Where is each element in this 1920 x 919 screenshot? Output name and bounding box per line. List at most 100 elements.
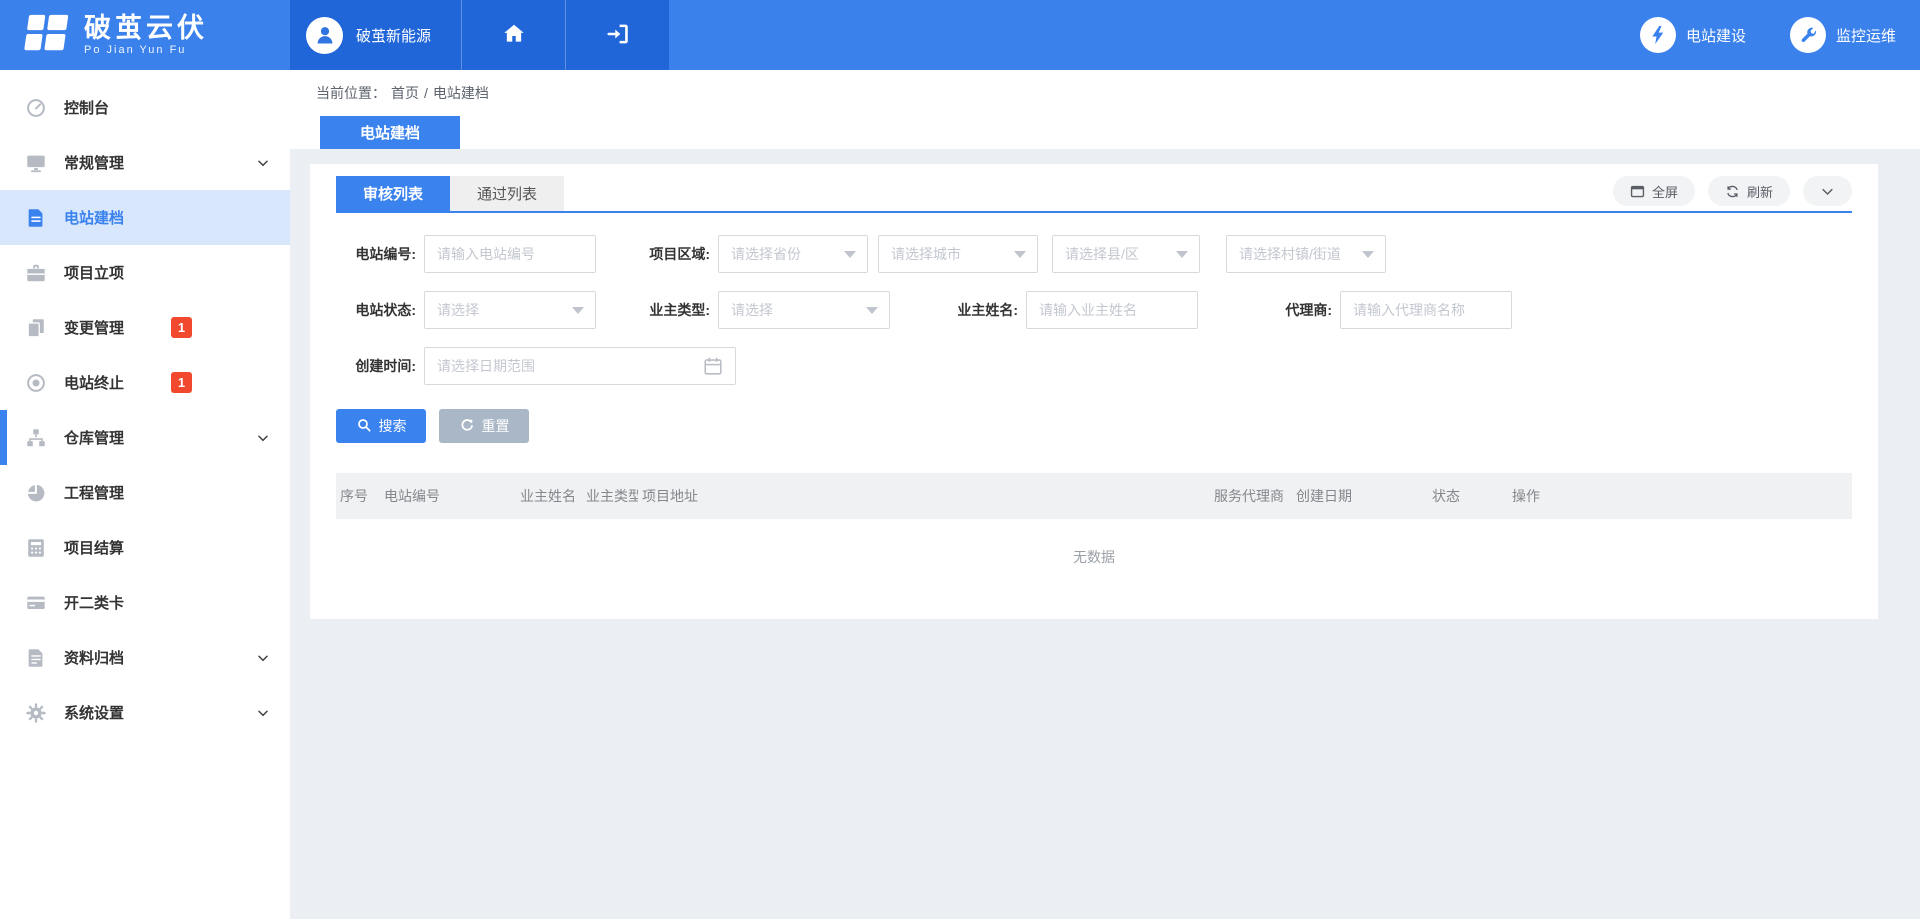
sidebar-item-label: 项目立项 xyxy=(64,262,124,283)
column-header-owner-name: 业主姓名 xyxy=(516,473,582,519)
column-header-station-no: 电站编号 xyxy=(380,473,516,519)
agent-input[interactable] xyxy=(1340,291,1512,329)
user-menu[interactable]: 破茧新能源 xyxy=(290,0,461,70)
station-no-label: 电站编号: xyxy=(336,244,416,264)
refresh-icon xyxy=(1725,184,1740,199)
sidebar-item-station-archive[interactable]: 电站建档 xyxy=(0,190,290,245)
topbar: 破茧云伏 Po Jian Yun Fu 破茧新能源 电站建设 xyxy=(0,0,1920,70)
card-icon xyxy=(25,592,47,614)
tab-approved-list[interactable]: 通过列表 xyxy=(450,176,564,211)
reset-button[interactable]: 重置 xyxy=(439,409,529,443)
search-button[interactable]: 搜索 xyxy=(336,409,426,443)
caret-down-icon xyxy=(1014,251,1026,258)
station-status-value: 请选择 xyxy=(437,300,479,320)
sidebar-item-general-mgmt[interactable]: 常规管理 xyxy=(0,135,290,190)
panel-tabs: 审核列表 通过列表 xyxy=(336,176,564,211)
village-select[interactable]: 请选择村镇/街道 xyxy=(1226,235,1386,273)
sidebar-item-project-settlement[interactable]: 项目结算 xyxy=(0,520,290,575)
sitemap-icon xyxy=(25,427,47,449)
county-select[interactable]: 请选择县/区 xyxy=(1052,235,1200,273)
tab-review-list[interactable]: 审核列表 xyxy=(336,176,450,211)
content-area: 审核列表 通过列表 全屏 刷新 xyxy=(290,149,1920,919)
city-select[interactable]: 请选择城市 xyxy=(878,235,1038,273)
calculator-icon xyxy=(25,537,47,559)
page-tab-station-archive[interactable]: 电站建档 xyxy=(320,116,460,149)
owner-type-value: 请选择 xyxy=(731,300,773,320)
sidebar-item-data-archive[interactable]: 资料归档 xyxy=(0,630,290,685)
sidebar-item-label: 变更管理 xyxy=(64,317,124,338)
brand-title: 破茧云伏 xyxy=(84,14,208,42)
owner-name-label: 业主姓名: xyxy=(938,300,1018,320)
nav-monitor-ops-label: 监控运维 xyxy=(1836,25,1896,46)
sidebar-item-label: 开二类卡 xyxy=(64,592,124,613)
sidebar-item-station-termination[interactable]: 电站终止 1 xyxy=(0,355,290,410)
table-header-row: 序号 电站编号 业主姓名 业主类型 项目地址 服务代理商 创建日期 状态 操作 xyxy=(336,473,1852,519)
column-header-address: 项目地址 xyxy=(638,473,1210,519)
dashboard-icon xyxy=(25,97,47,119)
sidebar-item-open-card[interactable]: 开二类卡 xyxy=(0,575,290,630)
search-icon xyxy=(356,417,372,436)
column-header-index: 序号 xyxy=(336,473,380,519)
date-range-input[interactable] xyxy=(424,347,736,385)
city-select-value: 请选择城市 xyxy=(891,244,961,264)
fullscreen-button[interactable]: 全屏 xyxy=(1613,176,1695,206)
sidebar-item-system-settings[interactable]: 系统设置 xyxy=(0,685,290,740)
gear-icon xyxy=(25,702,47,724)
main-content: 当前位置： 首页 / 电站建档 电站建档 审核列表 通过列表 全屏 xyxy=(290,70,1920,919)
panel: 审核列表 通过列表 全屏 刷新 xyxy=(310,164,1878,619)
archive-icon xyxy=(25,647,47,669)
topbar-spacer xyxy=(669,0,1640,70)
sidebar-item-warehouse-mgmt[interactable]: 仓库管理 xyxy=(0,410,290,465)
home-button[interactable] xyxy=(461,0,565,70)
breadcrumb-home-link[interactable]: 首页 xyxy=(391,83,419,103)
station-no-input[interactable] xyxy=(424,235,596,273)
caret-down-icon xyxy=(844,251,856,258)
wrench-icon xyxy=(1790,17,1826,53)
sidebar-item-label: 项目结算 xyxy=(64,537,124,558)
form-actions: 搜索 重置 xyxy=(336,409,1852,443)
sidebar-item-console[interactable]: 控制台 xyxy=(0,80,290,135)
panel-header: 审核列表 通过列表 全屏 刷新 xyxy=(336,176,1852,213)
document-icon xyxy=(25,207,47,229)
empty-state-text: 无数据 xyxy=(336,519,1852,589)
reset-button-label: 重置 xyxy=(482,416,510,436)
province-select-value: 请选择省份 xyxy=(731,244,801,264)
briefcase-icon xyxy=(25,262,47,284)
monitor-icon xyxy=(25,152,47,174)
owner-type-label: 业主类型: xyxy=(630,300,710,320)
sidebar: 控制台 常规管理 电站建档 项目立项 xyxy=(0,70,290,919)
fullscreen-icon xyxy=(1630,184,1645,199)
caret-down-icon xyxy=(572,307,584,314)
status-badge: 1 xyxy=(171,372,192,393)
owner-type-select[interactable]: 请选择 xyxy=(718,291,890,329)
sidebar-item-project-initiation[interactable]: 项目立项 xyxy=(0,245,290,300)
column-header-actions: 操作 xyxy=(1508,473,1852,519)
owner-name-input[interactable] xyxy=(1026,291,1198,329)
logout-button[interactable] xyxy=(565,0,669,70)
collapse-button[interactable] xyxy=(1803,176,1852,206)
chevron-down-icon xyxy=(1820,184,1835,199)
sidebar-item-engineering-mgmt[interactable]: 工程管理 xyxy=(0,465,290,520)
chevron-down-icon xyxy=(256,706,270,720)
created-time-label: 创建时间: xyxy=(336,356,416,376)
station-status-select[interactable]: 请选择 xyxy=(424,291,596,329)
home-icon xyxy=(501,21,527,50)
station-status-label: 电站状态: xyxy=(336,300,416,320)
sidebar-item-change-mgmt[interactable]: 变更管理 1 xyxy=(0,300,290,355)
pie-chart-icon xyxy=(25,482,47,504)
nav-station-build-label: 电站建设 xyxy=(1686,25,1746,46)
filter-form: 电站编号: 项目区域: 请选择省份 请选择城市 xyxy=(336,235,1852,385)
column-header-status: 状态 xyxy=(1428,473,1508,519)
page-tab-bar: 电站建档 xyxy=(290,116,1920,149)
sidebar-item-label: 工程管理 xyxy=(64,482,124,503)
breadcrumb-separator: / xyxy=(424,85,428,101)
nav-station-build[interactable]: 电站建设 xyxy=(1640,17,1746,53)
login-arrow-icon xyxy=(605,21,631,50)
sidebar-item-label: 资料归档 xyxy=(64,647,124,668)
caret-down-icon xyxy=(1362,251,1374,258)
nav-monitor-ops[interactable]: 监控运维 xyxy=(1790,17,1896,53)
refresh-button[interactable]: 刷新 xyxy=(1708,176,1790,206)
province-select[interactable]: 请选择省份 xyxy=(718,235,868,273)
chevron-down-icon xyxy=(256,156,270,170)
county-select-value: 请选择县/区 xyxy=(1065,244,1139,264)
